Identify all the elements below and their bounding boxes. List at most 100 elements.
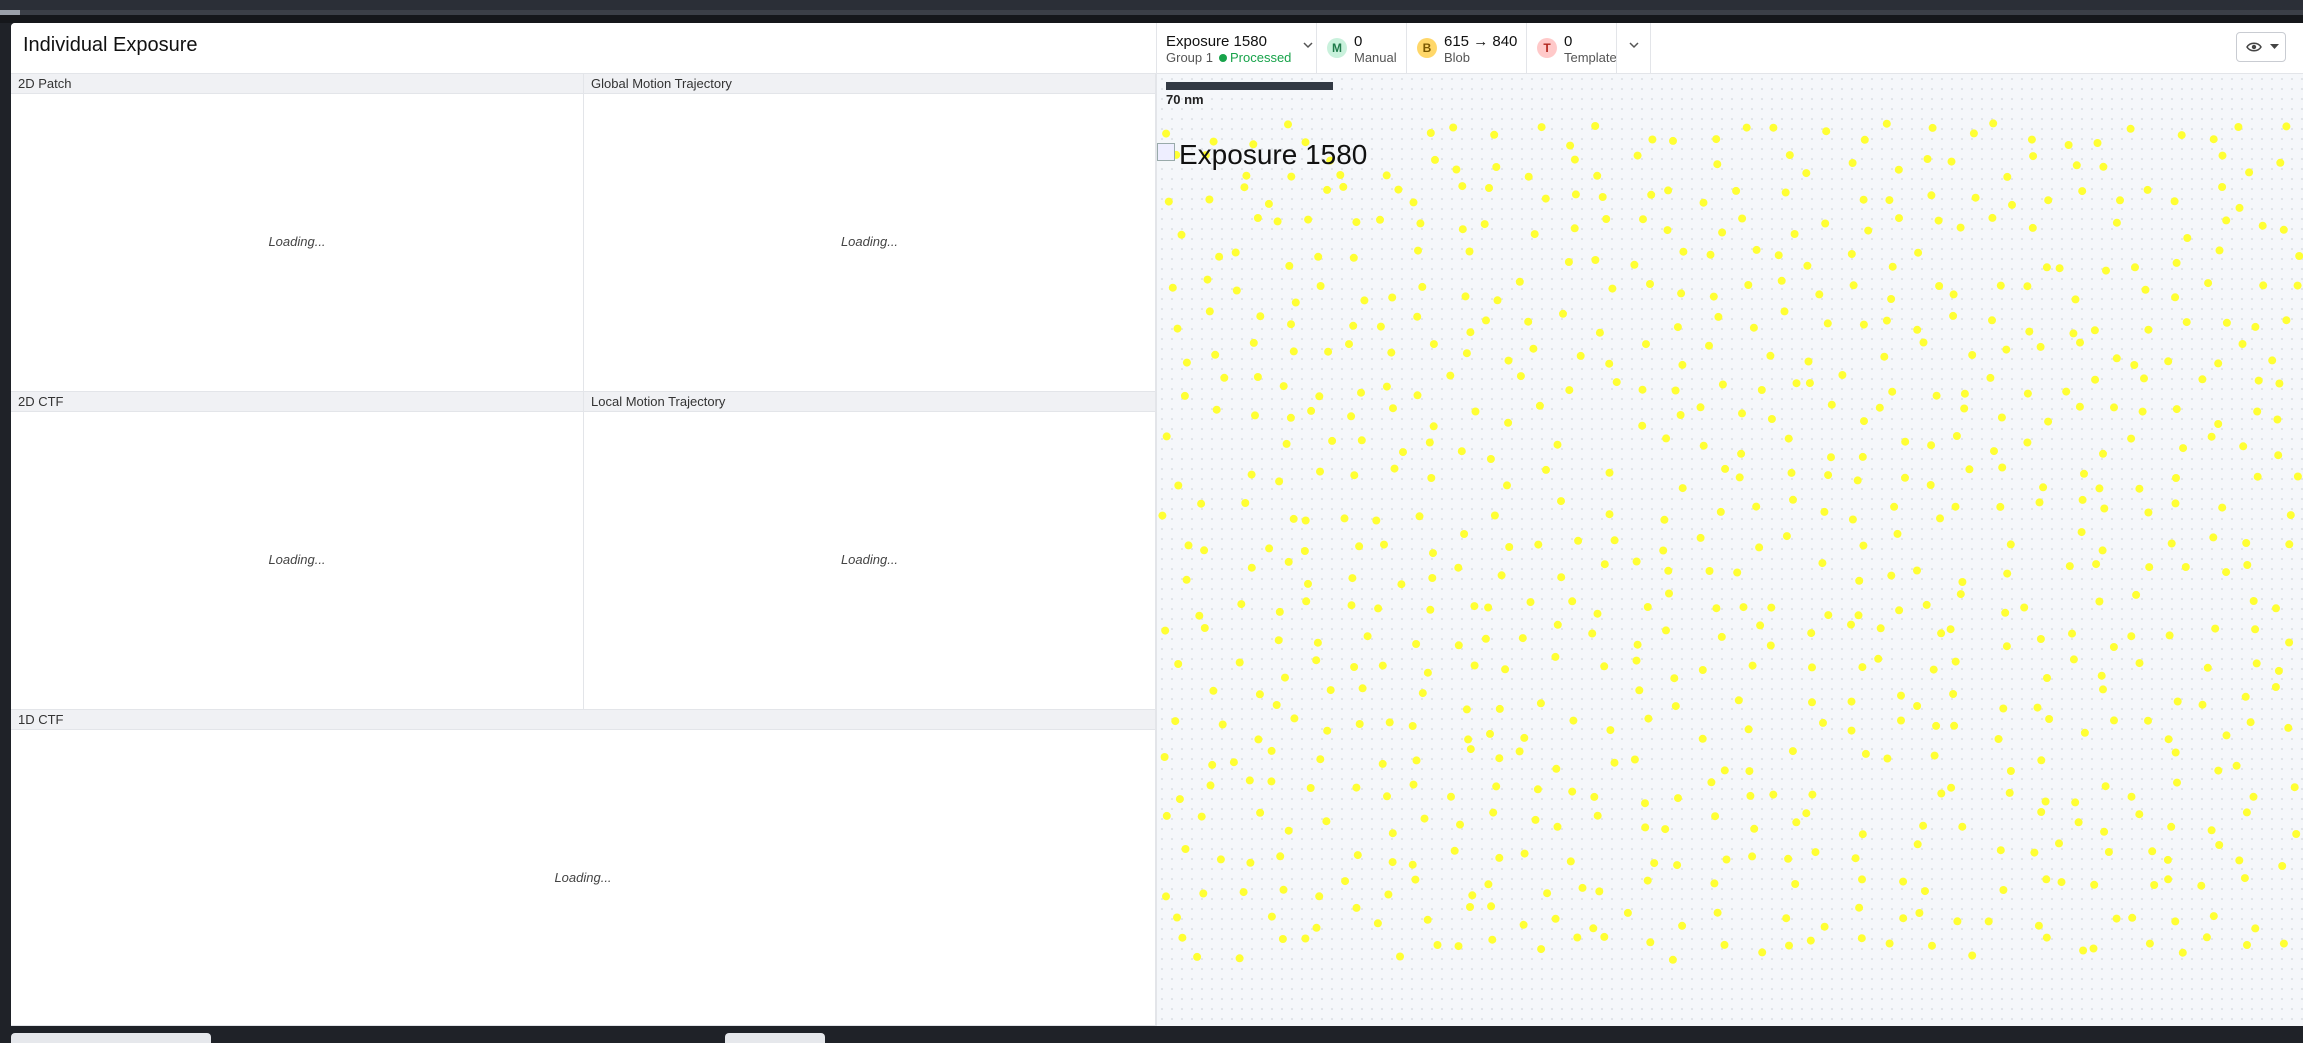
particle-pick [1855,903,1864,912]
particle-pick [1536,699,1545,708]
particle-pick [1279,382,1288,391]
particle-pick [2282,122,2291,131]
particle-pick [1610,536,1619,545]
particle-pick [1994,735,2003,743]
particle-pick [1240,183,1249,192]
particle-pick [2249,792,2258,801]
particle-pick [1784,854,1793,863]
particle-pick [2273,415,2282,424]
particle-pick [2167,539,2176,548]
template-count: 0 [1564,33,1573,50]
particle-pick [2171,917,2180,926]
particle-pick [1416,219,1425,228]
particle-pick [1426,605,1435,614]
particle-pick [2271,683,2280,691]
particle-pick [1412,756,1421,765]
particle-pick [2222,731,2231,740]
particle-pick [1824,611,1833,620]
particle-pick [2197,881,2206,890]
particle-pick [1847,250,1856,258]
particle-pick [2183,234,2192,242]
particle-pick [1316,282,1325,290]
particle-pick [1464,735,1473,744]
particle-pick [1646,280,1654,288]
view-toggle-button[interactable] [2236,32,2286,62]
blob-label: Blob [1444,50,1471,65]
particle-pick [1355,542,1364,551]
particle-pick [1746,791,1755,800]
particle-pick [1947,783,1956,792]
particle-pick [1493,296,1502,305]
particle-pick [2232,761,2241,770]
pickers-dropdown-button[interactable] [1616,23,1651,73]
particle-pick [1504,356,1513,365]
particle-pick [1495,853,1504,862]
particle-pick [1482,316,1490,325]
particle-pick [1535,401,1544,410]
particle-pick [1397,580,1406,589]
particle-pick [1462,705,1471,714]
particle-pick [1519,920,1528,929]
particle-pick [1808,698,1816,707]
particle-pick [1341,877,1350,886]
particle-pick [1885,196,1894,205]
exposure-selector[interactable]: Exposure 1580 Group 1 Processed [1156,23,1313,73]
particle-pick [1659,546,1668,555]
particle-pick [1716,507,1725,516]
particle-pick [1552,764,1561,773]
bottom-tab[interactable] [11,1033,211,1043]
particle-pick [2101,782,2110,791]
particle-pick [1718,380,1727,389]
particle-pick [1220,373,1229,382]
particle-pick [2116,196,2124,205]
particle-pick [2132,590,2141,599]
particle-pick [1848,159,1857,167]
particle-pick [1171,717,1180,726]
particle-pick [1745,767,1754,776]
particle-pick [1717,632,1726,641]
particle-pick [1951,657,1960,666]
particle-pick [2292,830,2301,838]
bottom-tab[interactable] [725,1033,825,1043]
particle-pick [1774,251,1783,260]
particle-pick [1503,481,1511,490]
particle-pick [2293,472,2302,481]
particle-pick [2202,933,2211,942]
particle-pick [1984,917,1993,926]
particle-pick [1696,403,1705,412]
particle-pick [1256,808,1265,817]
particle-pick [2164,357,2173,366]
particle-pick [1988,213,1997,222]
particle-pick [1859,320,1868,329]
particle-pick [1488,935,1497,944]
particle-pick [1286,413,1295,422]
particle-pick [2110,716,2118,725]
particle-pick [1821,219,1830,228]
particle-pick [1388,293,1397,302]
particle-pick [1738,409,1746,418]
particle-pick [1412,640,1421,648]
particle-pick [1348,574,1357,583]
particle-pick [1529,344,1538,353]
particle-pick [1848,515,1857,524]
particle-pick [1777,276,1786,285]
image-alt-text: Exposure 1580 [1179,139,1368,170]
picker-manual: M 0 Manual [1316,23,1406,73]
particle-pick [1752,502,1761,511]
particle-pick [2025,327,2034,336]
particle-pick [1969,129,1978,138]
particle-pick [1518,634,1527,643]
particle-pick [1927,191,1936,200]
micrograph-viewer[interactable]: 70 nm Exposure 1580 [1156,74,2303,1026]
particle-pick [1827,400,1836,409]
particle-pick [2109,643,2118,651]
plots-area: 2D Patch Loading... Global Motion Trajec… [11,74,1156,1026]
particle-pick [1461,292,1470,301]
particle-pick [1267,777,1276,786]
particle-pick [2215,841,2224,849]
particle-pick [2093,139,2102,147]
particle-pick [2076,338,2084,347]
particle-pick [1239,888,1248,897]
particle-pick [1524,317,1533,326]
particle-pick [1591,122,1600,130]
